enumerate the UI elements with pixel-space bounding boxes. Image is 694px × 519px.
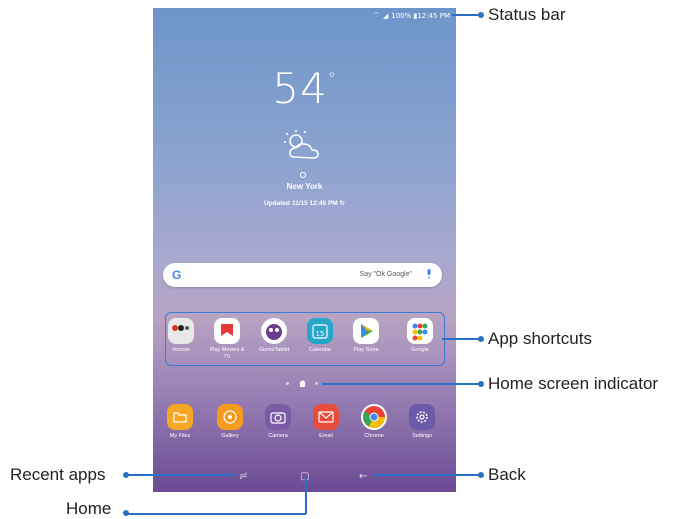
page-dot[interactable] xyxy=(315,382,318,385)
app-play-store[interactable]: Play Store xyxy=(346,318,386,354)
device-screen: ⌔ ◢ 100% ▮12:45 PM 54° New York Updated … xyxy=(153,8,456,492)
indicator-callout-dot xyxy=(478,381,484,387)
indicator-callout-line xyxy=(322,383,480,385)
app-label: Google xyxy=(411,347,429,353)
dock-my-files[interactable]: My Files xyxy=(160,404,200,440)
google-folder-icon xyxy=(407,318,433,344)
chrome-icon xyxy=(361,404,387,430)
app-shortcuts-callout-dot xyxy=(478,336,484,342)
weather-updated[interactable]: Updated 11/15 12:45 PM ↻ xyxy=(153,199,456,207)
app-label: Verizon xyxy=(171,347,191,353)
recent-apps-callout-label: Recent apps xyxy=(10,465,106,484)
home-callout-label: Home xyxy=(66,499,112,518)
home-callout-vline xyxy=(305,478,307,514)
dock-email[interactable]: Email xyxy=(306,404,346,440)
app-label: Calendar xyxy=(308,347,332,353)
app-label: Play Movies & TV xyxy=(209,347,245,360)
dock-camera[interactable]: Camera xyxy=(258,404,298,440)
app-google-folder[interactable]: Google xyxy=(400,318,440,354)
svg-text:15: 15 xyxy=(316,330,325,338)
page-dot[interactable] xyxy=(286,382,289,385)
degree-symbol: ° xyxy=(327,69,337,88)
signal-icon: ◢ xyxy=(382,11,389,20)
dock-chrome[interactable]: Chrome xyxy=(354,404,394,440)
weather-city: New York xyxy=(286,182,323,191)
app-label: Camera xyxy=(268,433,288,439)
home-page-icon[interactable] xyxy=(299,380,306,387)
gear-icon xyxy=(409,404,435,430)
back-callout-label: Back xyxy=(488,465,526,484)
app-label: GizmoTablet xyxy=(258,347,290,353)
camera-icon xyxy=(265,404,291,430)
play-movies-icon xyxy=(214,318,240,344)
app-verizon[interactable]: Verizon xyxy=(161,318,201,354)
app-shortcuts-callout-line xyxy=(442,338,480,340)
updated-text: Updated 11/15 12:45 PM xyxy=(264,200,338,207)
email-icon xyxy=(313,404,339,430)
refresh-icon[interactable]: ↻ xyxy=(340,200,345,207)
dock-settings[interactable]: Settings xyxy=(402,404,442,440)
gallery-icon xyxy=(217,404,243,430)
calendar-icon: 15 xyxy=(307,318,333,344)
play-store-icon xyxy=(353,318,379,344)
app-label: Chrome xyxy=(364,433,384,439)
status-bar-callout-dot xyxy=(478,12,484,18)
app-shortcuts-callout-label: App shortcuts xyxy=(488,329,592,348)
verizon-folder-icon xyxy=(168,318,194,344)
app-play-movies[interactable]: Play Movies & TV xyxy=(207,318,247,361)
app-label: My Files xyxy=(169,433,191,439)
back-arrow-icon[interactable]: ← xyxy=(359,471,367,482)
google-g-icon: G xyxy=(172,268,182,282)
recent-apps-callout-line xyxy=(126,474,236,476)
wifi-icon: ⌔ xyxy=(373,11,380,19)
google-search-bar[interactable]: G Say "Ok Google" xyxy=(163,263,442,287)
status-bar-text: 100% ▮12:45 PM xyxy=(391,11,450,20)
home-callout-line xyxy=(127,513,306,515)
app-shortcuts-group: Verizon Play Movies & TV GizmoTablet 15 … xyxy=(165,312,445,366)
app-label: Settings xyxy=(412,433,432,439)
back-callout-line xyxy=(373,474,480,476)
app-gizmotablet[interactable]: GizmoTablet xyxy=(254,318,294,354)
app-label: Email xyxy=(319,433,333,439)
status-bar-callout-label: Status bar xyxy=(488,5,566,24)
weather-temperature[interactable]: 54° xyxy=(153,64,456,113)
back-callout-dot xyxy=(478,472,484,478)
dock-gallery[interactable]: Gallery xyxy=(210,404,250,440)
app-label: Gallery xyxy=(221,433,239,439)
app-label: Play Store xyxy=(353,347,379,353)
app-calendar[interactable]: 15 Calendar xyxy=(300,318,340,354)
home-callout-dot xyxy=(123,510,129,516)
recent-apps-icon[interactable]: ≓ xyxy=(239,471,247,482)
temperature-value: 54 xyxy=(272,64,328,113)
location-icon xyxy=(300,172,306,178)
mic-icon[interactable] xyxy=(426,269,432,279)
home-screen-indicator[interactable] xyxy=(282,379,327,389)
status-bar-callout-line xyxy=(452,14,480,16)
folder-icon xyxy=(167,404,193,430)
search-hint: Say "Ok Google" xyxy=(359,271,412,278)
indicator-callout-label: Home screen indicator xyxy=(488,374,659,393)
partly-cloudy-icon xyxy=(284,130,319,159)
status-bar: ⌔ ◢ 100% ▮12:45 PM xyxy=(373,11,450,20)
gizmotablet-icon xyxy=(261,318,287,344)
